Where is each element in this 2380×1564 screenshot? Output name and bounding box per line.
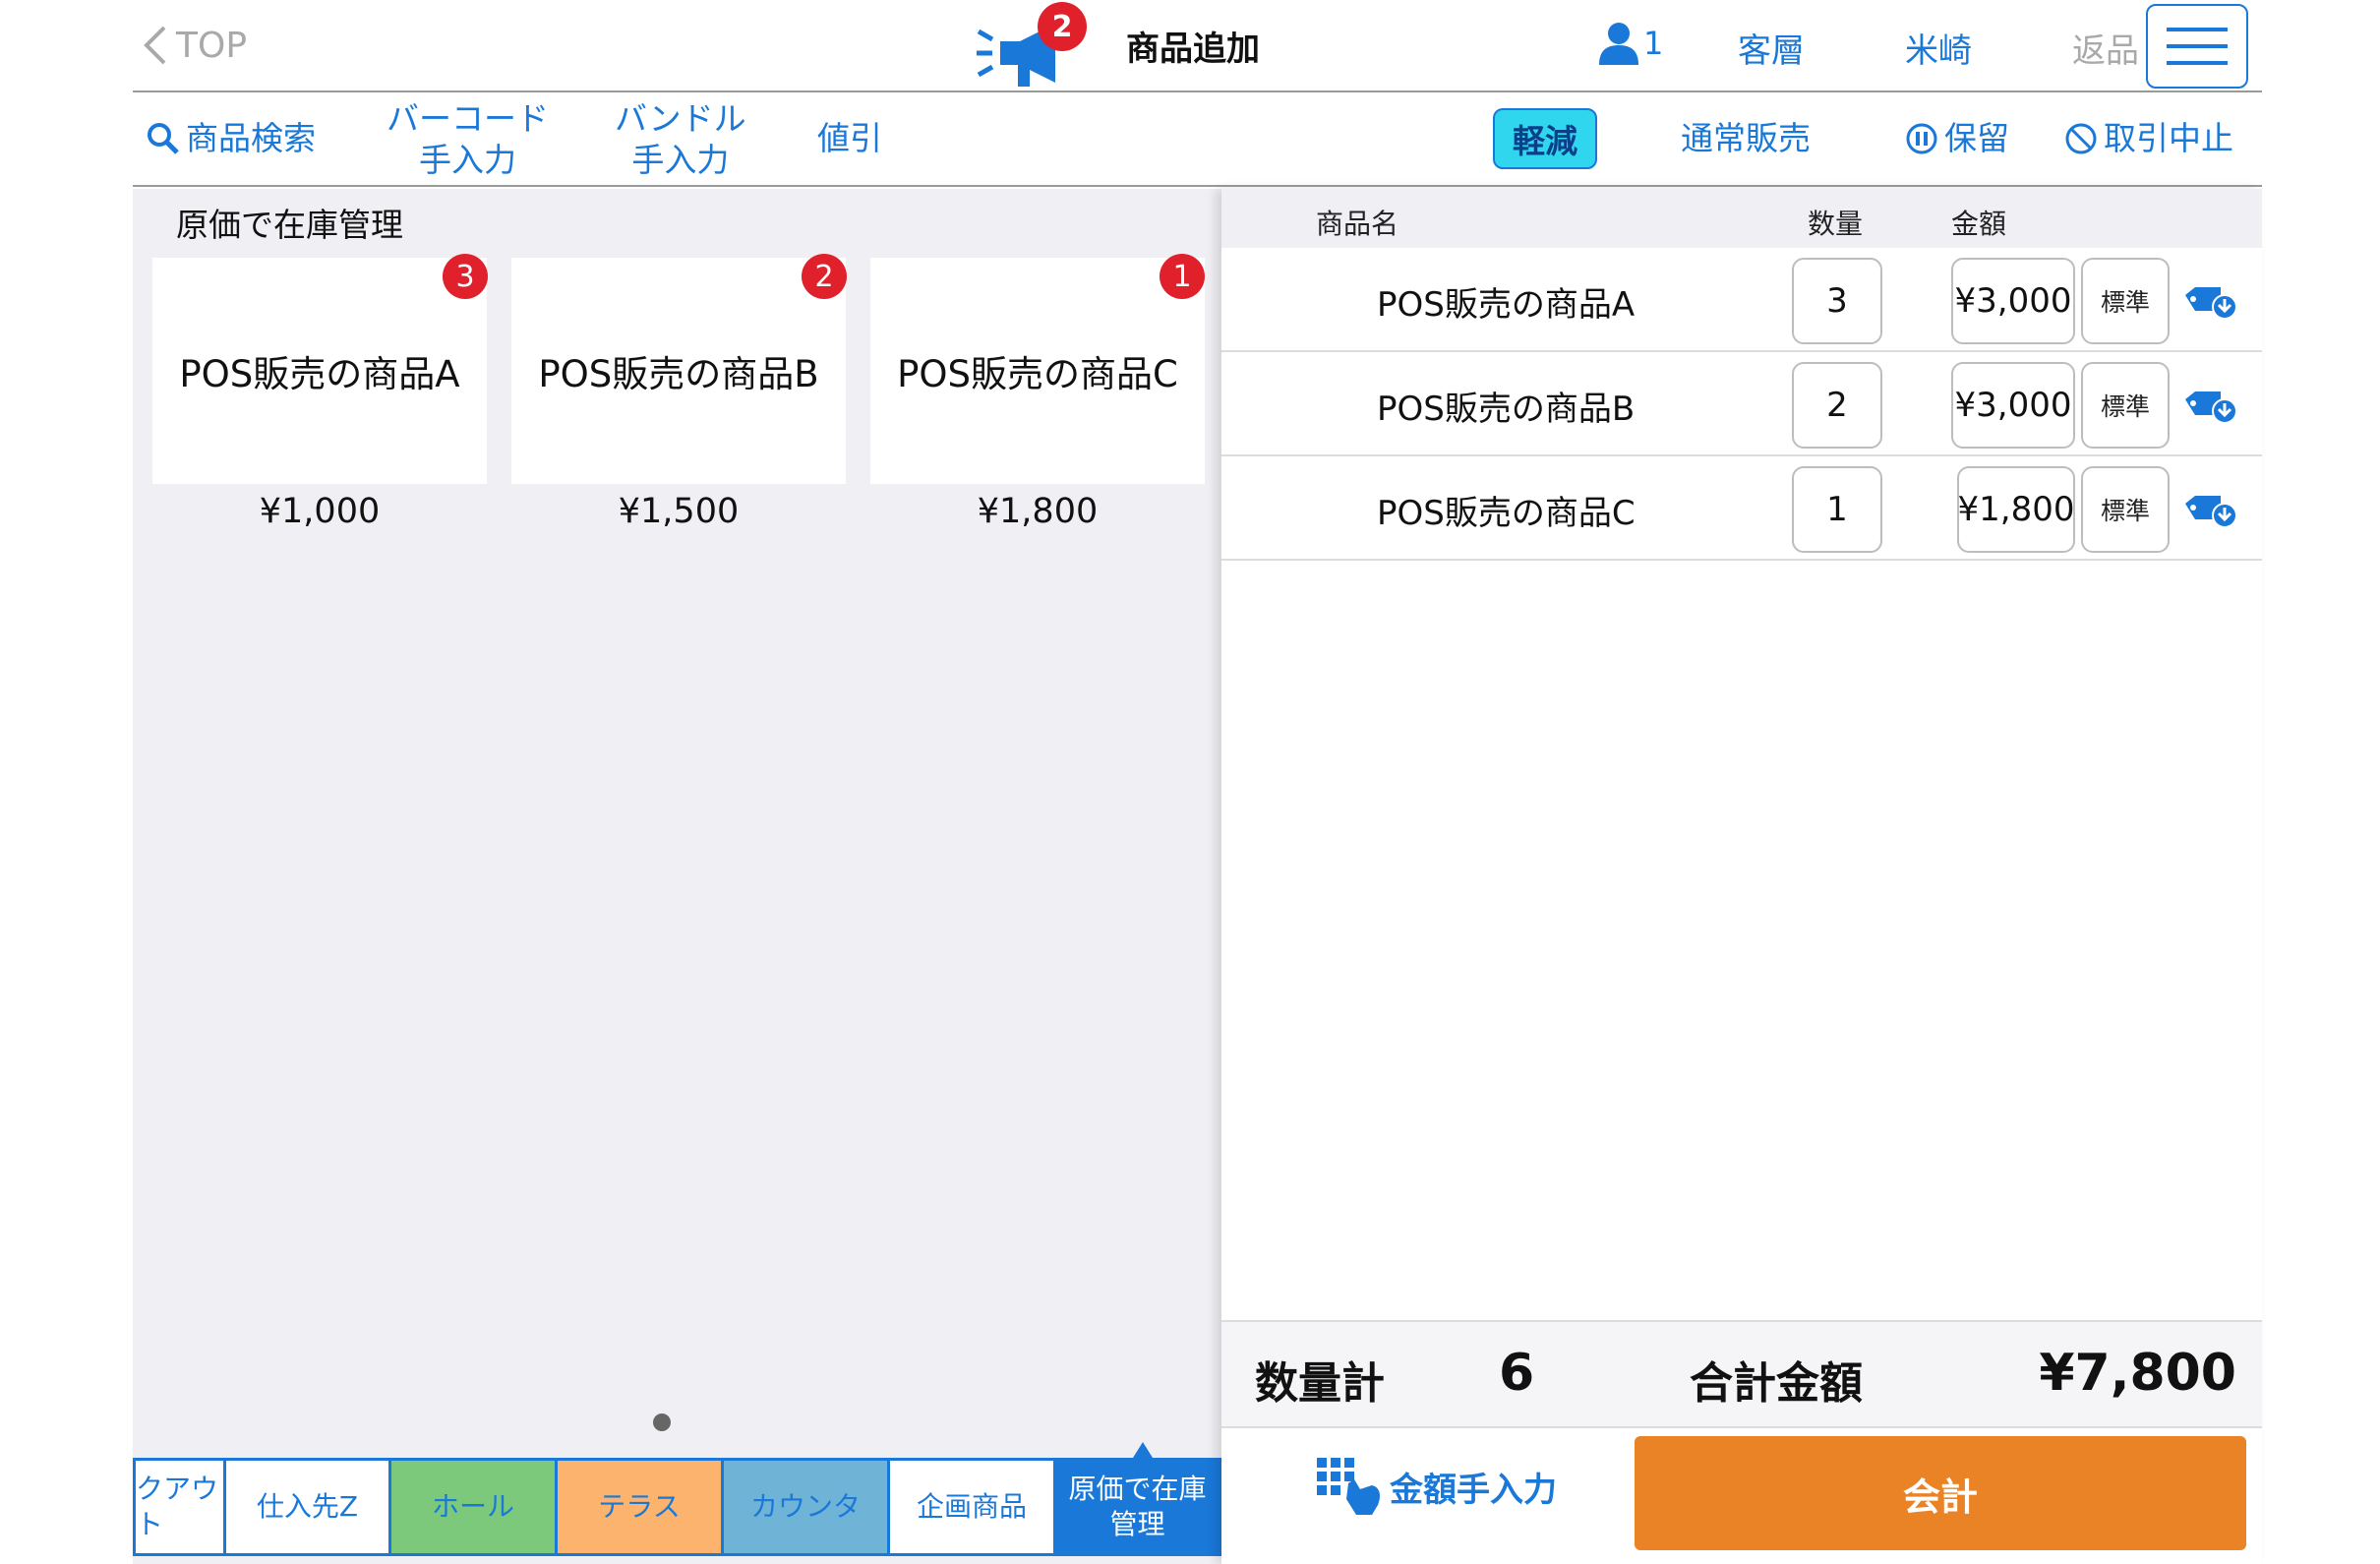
quantity-field[interactable]: 3 [1792, 258, 1882, 344]
back-button[interactable]: TOP [143, 16, 247, 75]
hold-label: 保留 [1944, 119, 2009, 157]
category-tab-cost-inventory[interactable]: 原価で在庫 管理 [1053, 1458, 1221, 1556]
product-search-label: 商品検索 [186, 119, 316, 157]
toolbar: 商品検索 バーコード 手入力 バンドル 手入力 値引 軽減 通常販売 保留 取引… [133, 94, 2262, 187]
customer-count-button[interactable]: 1 [1598, 22, 1663, 65]
hamburger-icon [2167, 28, 2228, 65]
bundle-manual-button[interactable]: バンドル 手入力 [615, 98, 746, 181]
checkout-button[interactable]: 会計 [1635, 1436, 2246, 1550]
customer-count: 1 [1643, 25, 1664, 62]
return-link[interactable]: 返品 [2072, 24, 2139, 72]
amount-total-label: 合計金額 [1690, 1358, 1863, 1409]
tab-label: ト [136, 1508, 164, 1540]
hold-button[interactable]: 保留 [1905, 118, 2009, 159]
product-search-button[interactable]: 商品検索 [147, 118, 316, 159]
category-tab-terrace[interactable]: テラス [555, 1458, 724, 1556]
page-title: 商品追加 [1126, 30, 1260, 69]
product-name: POS販売の商品C [897, 353, 1178, 395]
column-header-qty: 数量 [1808, 208, 1864, 240]
tab-label: 企画商品 [916, 1490, 1027, 1523]
search-icon [148, 123, 179, 154]
category-tab-hall[interactable]: ホール [388, 1458, 558, 1556]
user-icon [1599, 23, 1638, 65]
tab-label: クアウ [136, 1473, 219, 1505]
page-indicator-dot [653, 1414, 671, 1431]
amount-field[interactable]: ¥3,000 [1951, 258, 2075, 344]
product-panel: 原価で在庫管理 POS販売の商品A 3 ¥1,000 POS販売の商品B 2 ¥… [133, 189, 1221, 1564]
cancel-transaction-button[interactable]: 取引中止 [2064, 118, 2233, 159]
quantity-field[interactable]: 2 [1792, 362, 1882, 449]
normal-sale-button[interactable]: 通常販売 [1681, 118, 1811, 159]
pause-icon [1906, 123, 1937, 154]
amount-field[interactable]: ¥3,000 [1951, 362, 2075, 449]
tab-label: ホール [431, 1490, 514, 1523]
amount-field[interactable]: ¥1,800 [1957, 466, 2075, 553]
cancel-transaction-label: 取引中止 [2104, 119, 2233, 157]
tab-label: 原価で在庫 [1068, 1473, 1207, 1505]
tab-label: 仕入先Z [256, 1490, 359, 1523]
tab-label: テラス [598, 1490, 681, 1523]
cart-row: POS販売の商品A 3 ¥3,000 標準 [1221, 248, 2262, 352]
product-tile-a[interactable]: POS販売の商品A [152, 258, 487, 484]
cart-row: POS販売の商品B 2 ¥3,000 標準 [1221, 352, 2262, 456]
product-price: ¥1,500 [618, 492, 740, 531]
cart-header: 商品名 数量 金額 [1221, 189, 2262, 248]
keypad-tap-icon [1317, 1458, 1380, 1515]
product-count-badge: 1 [1160, 254, 1205, 299]
pos-screen: TOP 2 商品追加 1 客層 米崎 返品 商品検索 バーコード 手入力 バンド… [0, 0, 2380, 1564]
quantity-field[interactable]: 1 [1792, 466, 1882, 553]
reduced-tax-toggle[interactable]: 軽減 [1493, 108, 1597, 169]
staff-link[interactable]: 米崎 [1905, 24, 1972, 72]
category-title: 原価で在庫管理 [176, 206, 403, 244]
quantity-total-value: 6 [1499, 1344, 1535, 1403]
column-header-name: 商品名 [1316, 208, 1399, 240]
header: TOP 2 商品追加 1 客層 米崎 返品 [133, 0, 2262, 92]
cart-panel: 商品名 数量 金額 POS販売の商品A 3 ¥3,000 標準 POS販売の商品… [1221, 189, 2262, 1564]
barcode-label-2: 手入力 [419, 141, 516, 179]
cart-row: POS販売の商品C 1 ¥1,800 標準 [1221, 456, 2262, 561]
tab-label: カウンタ [749, 1490, 861, 1523]
bundle-label-1: バンドル [615, 99, 746, 138]
prohibited-icon [2065, 123, 2097, 154]
tag-download-icon[interactable] [2181, 386, 2240, 425]
category-tab-supplier-z[interactable]: 仕入先Z [223, 1458, 391, 1556]
price-type-button[interactable]: 標準 [2081, 362, 2170, 449]
barcode-label-1: バーコード [387, 99, 549, 138]
cart-item-name: POS販売の商品A [1377, 285, 1636, 325]
product-price: ¥1,800 [977, 492, 1099, 531]
active-tab-indicator [1133, 1442, 1153, 1458]
quantity-total-label: 数量計 [1255, 1358, 1385, 1409]
product-name: POS販売の商品A [179, 353, 460, 395]
cart-item-name: POS販売の商品C [1377, 494, 1636, 533]
product-tile-c[interactable]: POS販売の商品C [870, 258, 1205, 484]
cart-item-name: POS販売の商品B [1377, 390, 1636, 429]
discount-button[interactable]: 値引 [817, 118, 882, 159]
product-count-badge: 3 [443, 254, 488, 299]
column-header-amount: 金額 [1951, 208, 2007, 240]
chevron-left-icon [144, 26, 166, 65]
amount-total-value: ¥7,800 [2039, 1344, 2236, 1403]
barcode-manual-button[interactable]: バーコード 手入力 [387, 98, 549, 181]
category-tabs: クアウ ト 仕入先Z ホール テラス カウンタ 企画商品 原価で在庫 管理 [133, 1458, 1221, 1556]
manual-amount-label: 金額手入力 [1390, 1470, 1557, 1510]
back-label: TOP [176, 25, 248, 66]
product-count-badge: 2 [802, 254, 847, 299]
price-type-button[interactable]: 標準 [2081, 258, 2170, 344]
notification-badge: 2 [1038, 2, 1087, 51]
menu-button[interactable] [2146, 4, 2248, 89]
category-tab-takeout[interactable]: クアウ ト [133, 1458, 226, 1556]
tab-label: 管理 [1109, 1508, 1165, 1540]
bundle-label-2: 手入力 [631, 141, 730, 179]
tag-download-icon[interactable] [2181, 490, 2240, 529]
product-tile-b[interactable]: POS販売の商品B [511, 258, 846, 484]
manual-amount-button[interactable]: 金額手入力 [1315, 1456, 1557, 1517]
price-type-button[interactable]: 標準 [2081, 466, 2170, 553]
category-tab-special[interactable]: 企画商品 [887, 1458, 1056, 1556]
customer-segment-link[interactable]: 客層 [1738, 24, 1805, 72]
product-price: ¥1,000 [259, 492, 381, 531]
category-tab-counter[interactable]: カウンタ [721, 1458, 890, 1556]
product-name: POS販売の商品B [538, 353, 819, 395]
tag-download-icon[interactable] [2181, 281, 2240, 321]
totals-bar: 数量計 6 合計金額 ¥7,800 [1221, 1320, 2262, 1428]
